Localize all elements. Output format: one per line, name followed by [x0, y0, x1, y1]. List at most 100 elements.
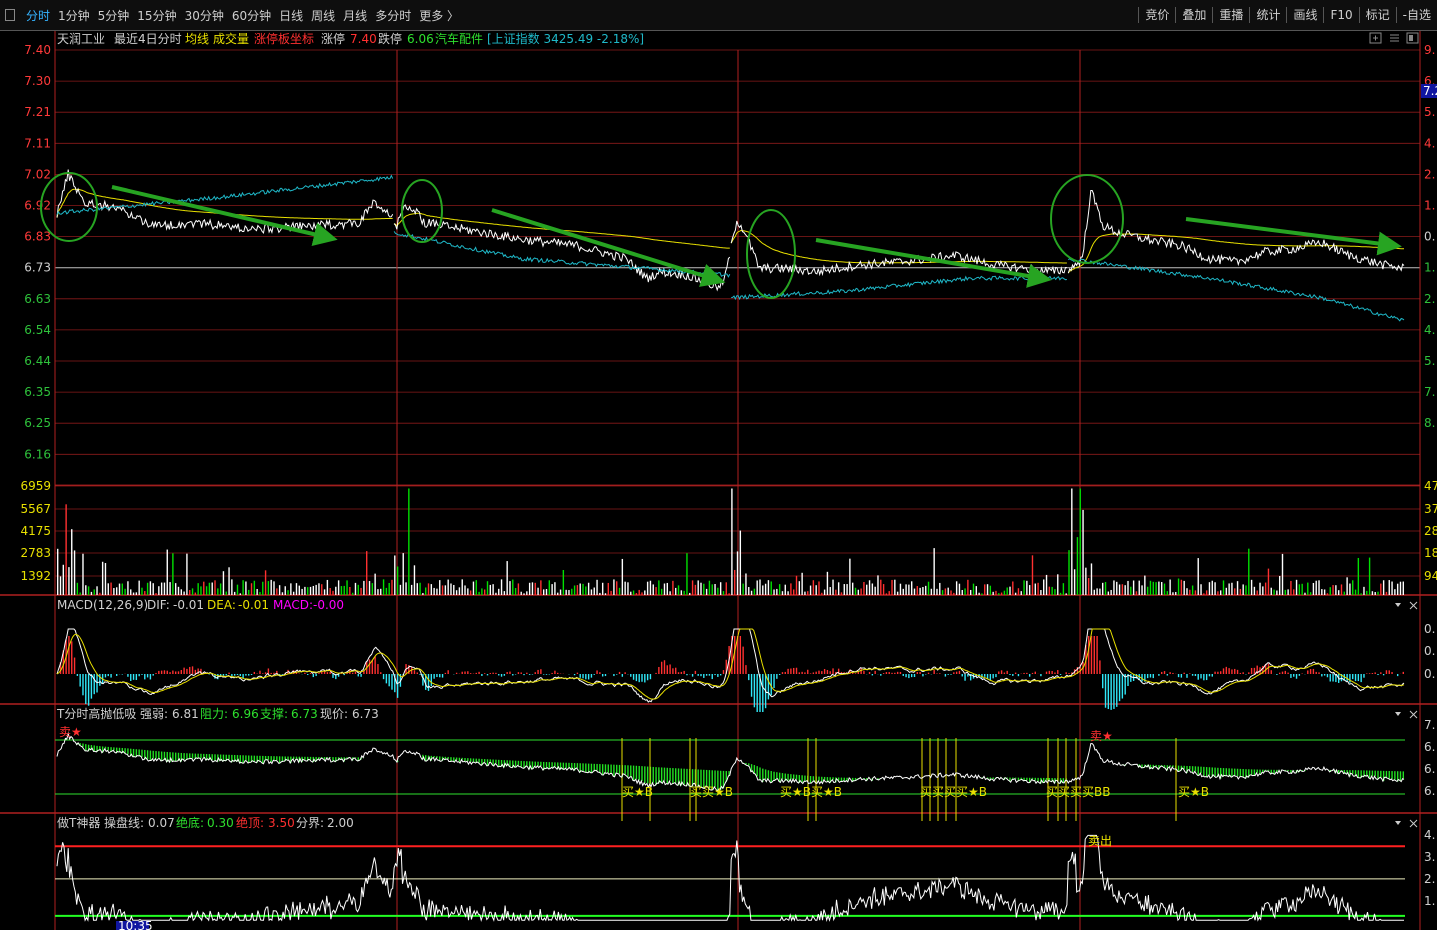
price-axis-label: 7.40 — [24, 43, 51, 57]
macd-bar — [332, 674, 334, 678]
overlay-button[interactable]: 叠加 — [1175, 7, 1212, 23]
volume-bar — [270, 579, 272, 595]
tab-5min[interactable]: 5分钟 — [98, 7, 130, 24]
sector-label[interactable]: 汽车配件 — [435, 31, 483, 46]
macd-bar — [90, 674, 93, 699]
draw-line-button[interactable]: 画线 — [1286, 7, 1323, 23]
volume-bar — [481, 588, 483, 595]
tab-daily[interactable]: 日线 — [279, 7, 303, 24]
volume-bar — [1059, 592, 1062, 595]
volume-bar — [1259, 582, 1261, 595]
volume-bar — [242, 580, 244, 595]
macd-bar — [520, 672, 522, 674]
volume-bar — [71, 529, 73, 595]
tab-15min[interactable]: 15分钟 — [137, 7, 176, 24]
t-bar — [1399, 771, 1402, 781]
macd-bar — [534, 672, 536, 674]
macd-bar — [868, 671, 871, 674]
t-bar — [1357, 770, 1360, 778]
volume-label[interactable]: 成交量 — [213, 31, 249, 46]
volume-bar — [646, 581, 649, 595]
macd-bar — [896, 671, 899, 674]
t-axis-label: 7. — [1424, 718, 1435, 732]
panel-toggle-icon[interactable] — [5, 9, 15, 21]
volume-bar — [110, 582, 112, 595]
macd-bar — [624, 672, 626, 674]
macd-bar — [950, 674, 952, 675]
tab-60min[interactable]: 60分钟 — [232, 7, 271, 24]
macd-dif-label: DIF: — [147, 598, 170, 612]
macd-bar — [655, 672, 657, 674]
tab-1min[interactable]: 1分钟 — [58, 7, 90, 24]
volume-bar — [93, 589, 95, 595]
watchlist-button[interactable]: -自选 — [1395, 7, 1437, 23]
volume-bar — [1391, 581, 1393, 595]
tab-30min[interactable]: 30分钟 — [185, 7, 224, 24]
volume-bar — [233, 591, 236, 595]
macd-bar — [380, 672, 382, 674]
macd-bar — [189, 666, 191, 674]
zuot-title[interactable]: 做T神器 — [57, 815, 100, 830]
macd-bar — [714, 674, 716, 676]
volume-bar — [992, 591, 994, 595]
volume-bar — [287, 590, 289, 595]
tab-monthly[interactable]: 月线 — [343, 7, 367, 24]
macd-bar — [138, 674, 140, 677]
macd-bar — [87, 674, 90, 706]
macd-bar — [478, 671, 480, 674]
tpanel-resist-value: 6.96 — [232, 707, 259, 721]
f10-button[interactable]: F10 — [1323, 7, 1358, 23]
volume-bar — [1093, 589, 1095, 595]
volume-bar — [197, 583, 199, 595]
tab-fenshi[interactable]: 分时 — [26, 7, 50, 24]
volume-bar — [1099, 588, 1101, 595]
macd-bar — [551, 672, 553, 674]
macd-title[interactable]: MACD(12,26,9) — [57, 598, 148, 612]
macd-bar — [430, 674, 433, 687]
volume-bar — [371, 583, 374, 595]
volume-bar — [152, 583, 154, 595]
volume-bar — [787, 591, 789, 595]
volume-bar — [868, 580, 871, 595]
volume-bar — [250, 583, 253, 595]
replay-button[interactable]: 重播 — [1212, 7, 1249, 23]
volume-bar — [1121, 584, 1124, 595]
volume-bar — [660, 588, 663, 595]
volume-bar — [169, 582, 171, 595]
tab-more[interactable]: 更多 〉 — [419, 7, 459, 24]
macd-bar — [815, 671, 817, 674]
volume-bar — [1354, 589, 1357, 595]
stats-button[interactable]: 统计 — [1249, 7, 1286, 23]
chart-area[interactable]: 天润工业 最近4日分时 均线 成交量 涨停板坐标 涨停 7.40 跌停 6.06… — [0, 31, 1437, 930]
volume-bar — [1295, 579, 1298, 595]
macd-bar — [323, 671, 326, 674]
volume-bar — [385, 587, 388, 595]
volume-bar — [357, 584, 359, 595]
t-bar — [638, 765, 640, 781]
bidding-button[interactable]: 竞价 — [1138, 7, 1175, 23]
tab-multi-fenshi[interactable]: 多分时 — [375, 7, 411, 24]
macd-bar — [498, 674, 500, 676]
t-bar — [183, 753, 185, 760]
volume-bar — [795, 575, 798, 595]
tpanel-title[interactable]: T分时高抛低吸 — [56, 706, 136, 721]
zuot-top-value: 3.50 — [268, 816, 295, 830]
macd-bar — [152, 674, 154, 676]
macd-bar — [964, 674, 966, 681]
tab-weekly[interactable]: 周线 — [311, 7, 335, 24]
volume-bar — [562, 570, 565, 595]
macd-bar — [71, 641, 73, 674]
volume-bar — [969, 589, 972, 595]
volume-bar — [256, 588, 258, 595]
volume-bar — [127, 581, 129, 595]
volume-bar — [1385, 591, 1388, 595]
volume-bar — [1211, 580, 1213, 595]
avg-line-label[interactable]: 均线 — [185, 32, 209, 46]
macd-bar — [388, 674, 390, 687]
index-label[interactable]: [上证指数 3425.49 -2.18%] — [487, 31, 644, 46]
mark-button[interactable]: 标记 — [1358, 7, 1396, 23]
limit-axis-label[interactable]: 涨停板坐标 — [254, 31, 314, 46]
volume-bar — [1085, 567, 1087, 595]
volume-bar — [823, 589, 826, 595]
volume-bar — [115, 587, 118, 595]
